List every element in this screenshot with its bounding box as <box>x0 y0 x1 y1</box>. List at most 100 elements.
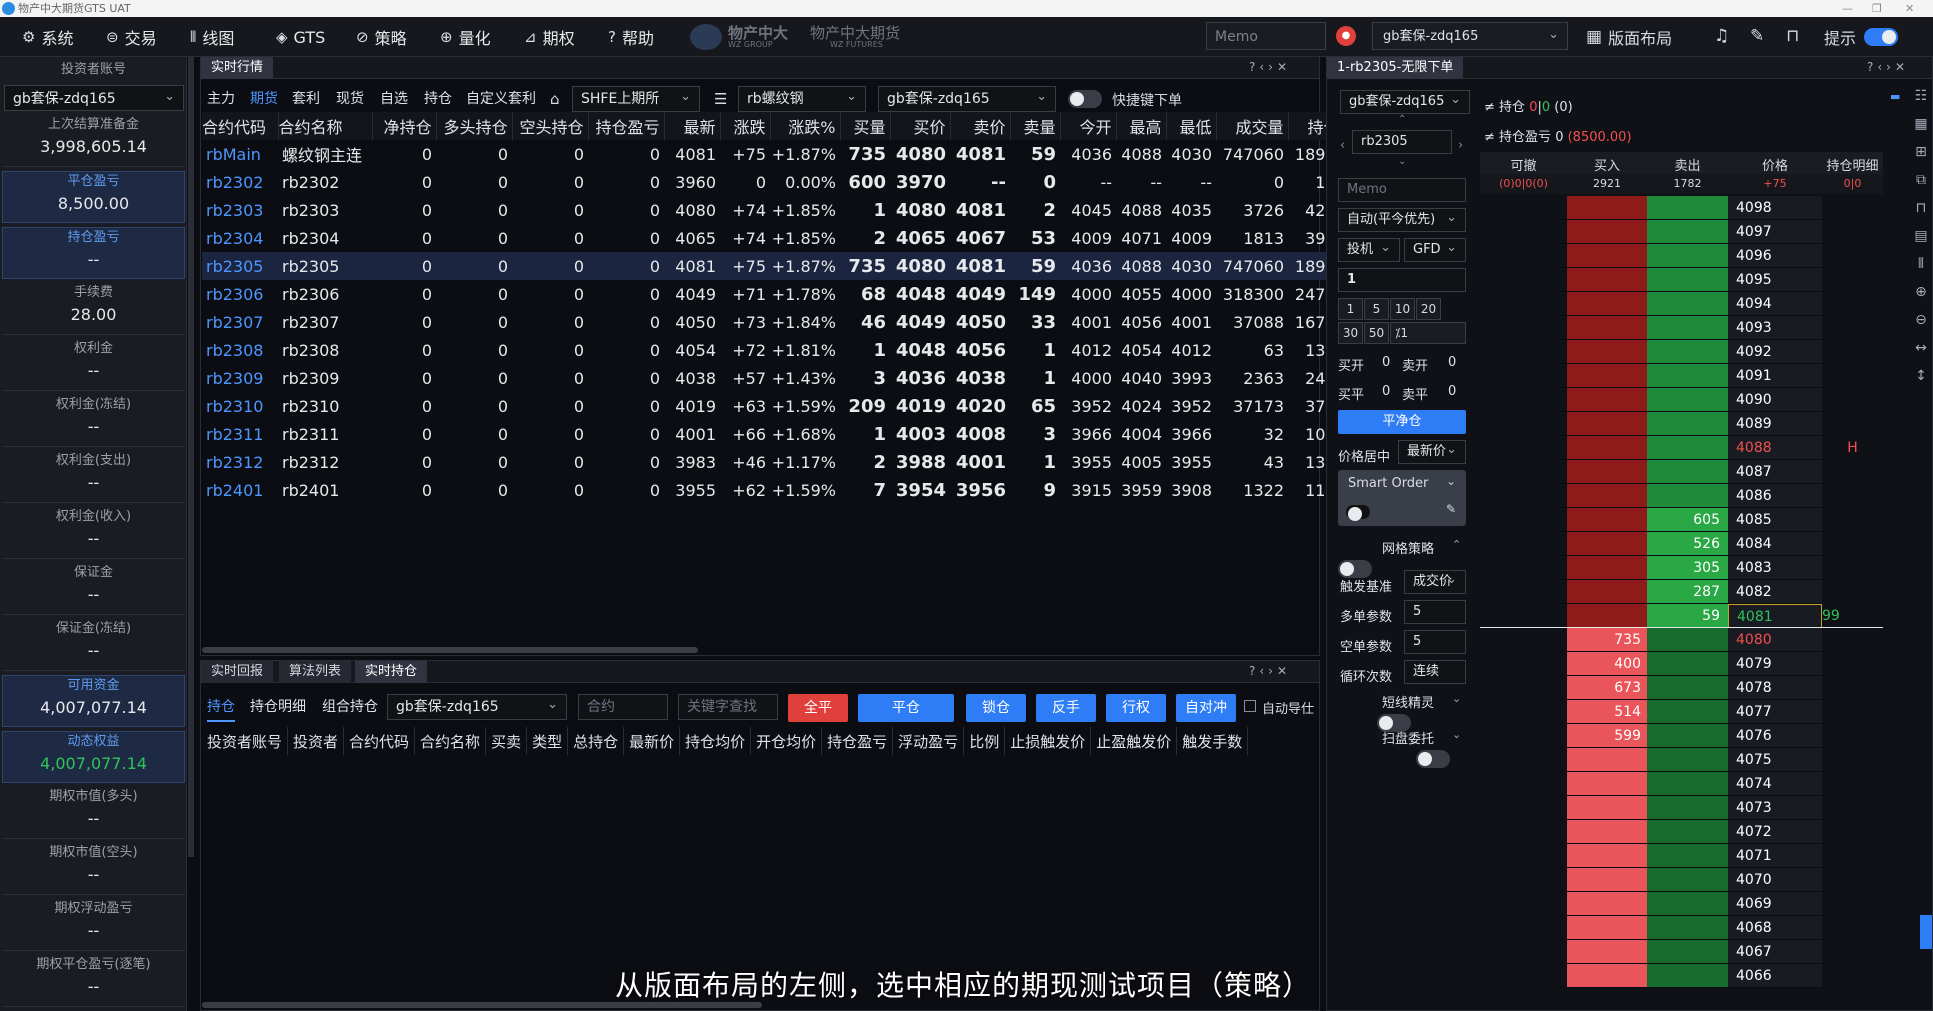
edit-icon[interactable]: ✎ <box>1446 502 1456 516</box>
subtab-favorites[interactable]: 自选 <box>380 84 408 114</box>
ladder-price-cell[interactable]: 4094 <box>1728 292 1822 316</box>
ladder-price-cell[interactable]: 4073 <box>1728 796 1822 820</box>
ladder-sell-cell[interactable] <box>1647 268 1728 292</box>
quote-row[interactable]: rbMain 螺纹钢主连 0 0 0 0 4081 +75 +1.87% 735 4080 4081 5… <box>202 140 1360 168</box>
ladder-cancel-cell[interactable] <box>1480 604 1567 628</box>
quick-qty-button[interactable]: 30 <box>1338 322 1363 344</box>
ladder-row[interactable]: 514 4077 <box>1480 700 1883 724</box>
quick-qty-button[interactable]: 5 <box>1364 298 1389 320</box>
ladder-sell-cell[interactable] <box>1647 196 1728 220</box>
ladder-price-cell[interactable]: 4097 <box>1728 220 1822 244</box>
chevron-down-icon[interactable]: ⌄ <box>1452 692 1461 705</box>
quick-qty-button[interactable]: 10 <box>1390 298 1415 320</box>
ladder-cancel-cell[interactable] <box>1480 268 1567 292</box>
ladder-row[interactable]: 4070 <box>1480 868 1883 892</box>
ladder-cancel-cell[interactable] <box>1480 196 1567 220</box>
ladder-row[interactable]: 4069 <box>1480 892 1883 916</box>
ladder-sell-cell[interactable] <box>1647 844 1728 868</box>
ladder-buy-cell[interactable] <box>1567 292 1647 316</box>
close-all-button[interactable]: 全平 <box>788 694 848 722</box>
chevron-down-icon[interactable]: ⌄ <box>1452 728 1461 741</box>
ladder-price-cell[interactable]: 4093 <box>1728 316 1822 340</box>
holdings-col-header[interactable]: 触发手数 <box>1176 727 1249 755</box>
menu-chart[interactable]: ⫴ 线图 <box>190 17 234 57</box>
ladder-cancel-cell[interactable] <box>1480 844 1567 868</box>
ladder-row[interactable]: 4097 <box>1480 220 1883 244</box>
subtab-futures[interactable]: 期货 <box>250 84 278 114</box>
ladder-row[interactable]: 4092 <box>1480 340 1883 364</box>
ladder-sell-cell[interactable] <box>1647 436 1728 460</box>
side-handle[interactable] <box>1920 915 1932 949</box>
smart-order-card[interactable]: Smart Order ⌄ ✎ <box>1338 470 1466 526</box>
ladder-sell-cell[interactable] <box>1647 388 1728 412</box>
holdings-col-header[interactable]: 止损触发价 <box>1004 727 1092 755</box>
doc-icon[interactable]: ▤ <box>1910 228 1932 256</box>
ladder-cancel-cell[interactable] <box>1480 820 1567 844</box>
panel-controls-2[interactable]: ?‹›✕ <box>1249 664 1291 678</box>
close-mode-select[interactable]: 自动(平今优先) <box>1338 207 1466 232</box>
ladder-row[interactable]: 4096 <box>1480 244 1883 268</box>
ladder-cancel-cell[interactable] <box>1480 580 1567 604</box>
ladder-buy-cell[interactable] <box>1567 580 1647 604</box>
subtab-holding-detail[interactable]: 持仓明细 <box>250 692 306 722</box>
ladder-sell-cell[interactable] <box>1647 700 1728 724</box>
ladder-buy-cell[interactable] <box>1567 412 1647 436</box>
ladder-row[interactable]: 526 4084 <box>1480 532 1883 556</box>
ladder-price-cell[interactable]: 4079 <box>1728 652 1822 676</box>
close-position-button[interactable]: 平仓 <box>858 694 954 722</box>
ladder-row[interactable]: 4073 <box>1480 796 1883 820</box>
record-icon[interactable]: ● <box>1336 26 1356 46</box>
quote-row[interactable]: rb2312 rb2312 0 0 0 0 3983 +46 +1.17% 2 3988 4001 1 3… <box>202 448 1360 476</box>
holdings-col-header[interactable]: 总持仓 <box>567 727 625 755</box>
ladder-row[interactable]: 673 4078 <box>1480 676 1883 700</box>
ladder-buy-cell[interactable]: 599 <box>1567 724 1647 748</box>
chevron-down-icon[interactable]: ⌄ <box>1446 474 1456 488</box>
pin-icon[interactable]: ✎ <box>1750 26 1764 46</box>
ladder-price-cell[interactable]: 4071 <box>1728 844 1822 868</box>
ladder-price-cell[interactable]: 4092 <box>1728 340 1822 364</box>
ladder-buy-cell[interactable]: 673 <box>1567 676 1647 700</box>
ladder-buy-cell[interactable] <box>1567 772 1647 796</box>
ladder-row[interactable]: 4094 <box>1480 292 1883 316</box>
zoom-out-icon[interactable]: ⊖ <box>1910 312 1932 340</box>
quotes-account-select[interactable]: gb套保-zdq165 <box>878 85 1056 112</box>
ladder-buy-cell[interactable] <box>1567 748 1647 772</box>
list-icon[interactable]: ☷ <box>1910 88 1932 116</box>
ladder-sell-cell[interactable] <box>1647 868 1728 892</box>
ladder-buy-cell[interactable] <box>1567 892 1647 916</box>
quick-qty-button[interactable]: 50 <box>1364 322 1389 344</box>
ladder-price-cell[interactable]: 4069 <box>1728 892 1822 916</box>
ladder-cancel-cell[interactable] <box>1480 436 1567 460</box>
chevron-down-icon[interactable]: ⌄ <box>1398 156 1406 167</box>
minimize-icon[interactable]: — <box>1842 0 1853 17</box>
quote-row[interactable]: rb2309 rb2309 0 0 0 0 4038 +57 +1.43% 3 4036 4038 1 4… <box>202 364 1360 392</box>
ladder-buy-cell[interactable]: 514 <box>1567 700 1647 724</box>
ladder-buy-cell[interactable] <box>1567 316 1647 340</box>
hint-switch[interactable] <box>1864 28 1899 46</box>
quotes-col-header[interactable]: 卖量 <box>1010 112 1061 140</box>
ladder-buy-cell[interactable]: 735 <box>1567 628 1647 652</box>
quotes-col-header[interactable]: 买量 <box>840 112 891 140</box>
menu-trade[interactable]: ⊜ 交易 <box>106 17 157 57</box>
ladder-buy-cell[interactable] <box>1567 460 1647 484</box>
ladder-sell-cell[interactable]: 287 <box>1647 580 1728 604</box>
quote-row[interactable]: rb2306 rb2306 0 0 0 0 4049 +71 +1.78% 68 4048 4049 1… <box>202 280 1360 308</box>
quotes-col-header[interactable]: 涨跌 <box>720 112 771 140</box>
trigger-base-select[interactable]: 成交价 <box>1404 569 1466 594</box>
quotes-col-header[interactable]: 最低 <box>1166 112 1217 140</box>
ladder-buy-cell[interactable] <box>1567 364 1647 388</box>
ladder-price-cell[interactable]: 4077 <box>1728 700 1822 724</box>
ladder-cancel-cell[interactable] <box>1480 652 1567 676</box>
ladder-buy-cell[interactable] <box>1567 964 1647 988</box>
ladder-cancel-cell[interactable] <box>1480 460 1567 484</box>
ladder-row[interactable]: 59 4081 99 <box>1480 604 1883 628</box>
ladder-row[interactable]: 4087 <box>1480 460 1883 484</box>
ladder-cancel-cell[interactable] <box>1480 940 1567 964</box>
quotes-col-header[interactable]: 最高 <box>1116 112 1167 140</box>
ladder-cancel-cell[interactable] <box>1480 796 1567 820</box>
ladder-sell-cell[interactable] <box>1647 748 1728 772</box>
ladder-price-cell[interactable]: 4081 <box>1728 604 1822 628</box>
ladder-price-cell[interactable]: 4085 <box>1728 508 1822 532</box>
ladder-price-cell[interactable]: 4076 <box>1728 724 1822 748</box>
ladder-row[interactable]: 287 4082 <box>1480 580 1883 604</box>
